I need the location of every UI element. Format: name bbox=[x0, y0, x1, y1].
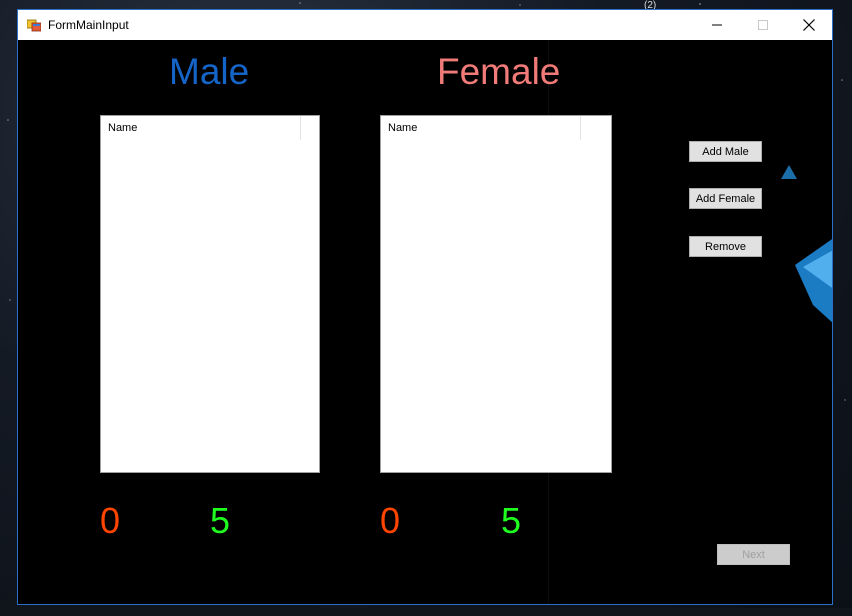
form-client-area: Male Female Name Name Add Male Add Femal… bbox=[18, 40, 832, 604]
minimize-icon bbox=[712, 24, 722, 26]
male-list-column-header[interactable]: Name bbox=[101, 116, 301, 140]
maximize-icon bbox=[758, 20, 768, 30]
remove-button[interactable]: Remove bbox=[689, 236, 762, 257]
female-list-column-header[interactable]: Name bbox=[381, 116, 581, 140]
close-icon bbox=[803, 19, 815, 31]
title-bar[interactable]: FormMainInput bbox=[18, 10, 832, 40]
main-window: FormMainInput Male Female Name Name Add … bbox=[17, 9, 833, 605]
close-button[interactable] bbox=[786, 10, 832, 40]
add-male-button[interactable]: Add Male bbox=[689, 141, 762, 162]
add-female-button[interactable]: Add Female bbox=[689, 188, 762, 209]
female-target-count: 5 bbox=[501, 500, 522, 541]
male-list[interactable]: Name bbox=[100, 115, 320, 473]
app-form-icon bbox=[27, 19, 41, 32]
male-target-count: 5 bbox=[210, 500, 231, 541]
minimize-button[interactable] bbox=[694, 10, 740, 40]
male-current-count: 0 bbox=[100, 500, 121, 541]
female-heading: Female bbox=[437, 51, 561, 92]
window-title: FormMainInput bbox=[48, 18, 129, 32]
maximize-button[interactable] bbox=[740, 10, 786, 40]
male-heading: Male bbox=[169, 51, 250, 92]
female-list[interactable]: Name bbox=[380, 115, 612, 473]
decorative-crystal-icon bbox=[781, 165, 832, 323]
next-button[interactable]: Next bbox=[717, 544, 790, 565]
female-current-count: 0 bbox=[380, 500, 401, 541]
